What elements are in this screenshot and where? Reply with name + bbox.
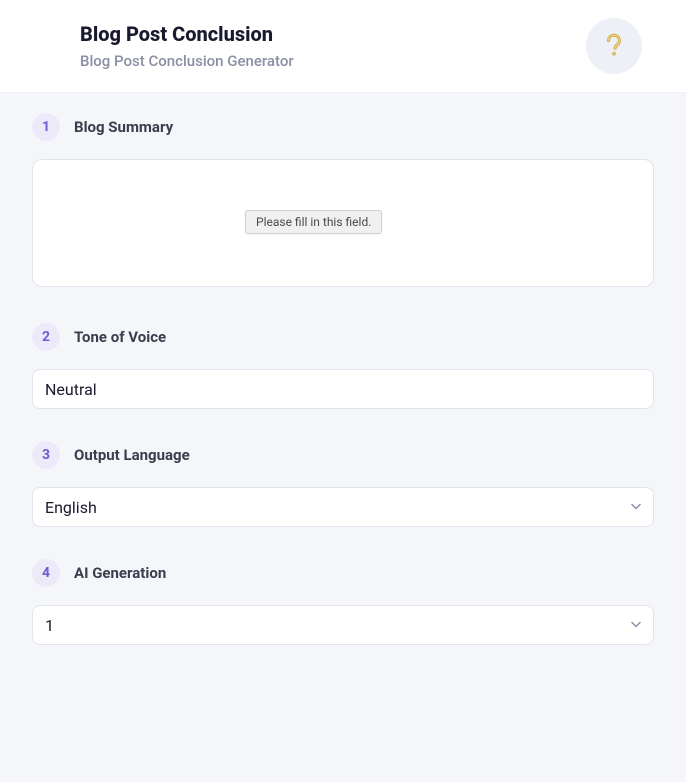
language-select[interactable]: English bbox=[32, 487, 654, 527]
section-header: 3 Output Language bbox=[32, 441, 654, 469]
section-header: 1 Blog Summary bbox=[32, 113, 654, 141]
section-blog-summary: 1 Blog Summary Please fill in this field… bbox=[32, 113, 654, 291]
section-label: Tone of Voice bbox=[74, 328, 166, 346]
validation-tooltip: Please fill in this field. bbox=[245, 210, 382, 234]
section-generation: 4 AI Generation 1 bbox=[32, 559, 654, 645]
step-badge-3: 3 bbox=[32, 441, 60, 469]
language-select-wrap: English bbox=[32, 487, 654, 527]
section-label: Output Language bbox=[74, 446, 190, 464]
page-subtitle: Blog Post Conclusion Generator bbox=[80, 52, 294, 70]
section-language: 3 Output Language English bbox=[32, 441, 654, 527]
section-label: AI Generation bbox=[74, 564, 166, 582]
form-content: 1 Blog Summary Please fill in this field… bbox=[0, 93, 686, 697]
generation-select-wrap: 1 bbox=[32, 605, 654, 645]
tone-input[interactable] bbox=[32, 369, 654, 409]
header-text: Blog Post Conclusion Blog Post Conclusio… bbox=[80, 22, 294, 70]
step-badge-1: 1 bbox=[32, 113, 60, 141]
section-header: 4 AI Generation bbox=[32, 559, 654, 587]
help-button[interactable] bbox=[586, 18, 642, 74]
generation-select[interactable]: 1 bbox=[32, 605, 654, 645]
page-title: Blog Post Conclusion bbox=[80, 22, 294, 46]
page-header: Blog Post Conclusion Blog Post Conclusio… bbox=[0, 0, 686, 93]
section-tone: 2 Tone of Voice bbox=[32, 323, 654, 409]
question-icon bbox=[601, 32, 627, 61]
section-label: Blog Summary bbox=[74, 118, 173, 136]
summary-field-wrap: Please fill in this field. bbox=[32, 159, 654, 291]
section-header: 2 Tone of Voice bbox=[32, 323, 654, 351]
step-badge-2: 2 bbox=[32, 323, 60, 351]
step-badge-4: 4 bbox=[32, 559, 60, 587]
